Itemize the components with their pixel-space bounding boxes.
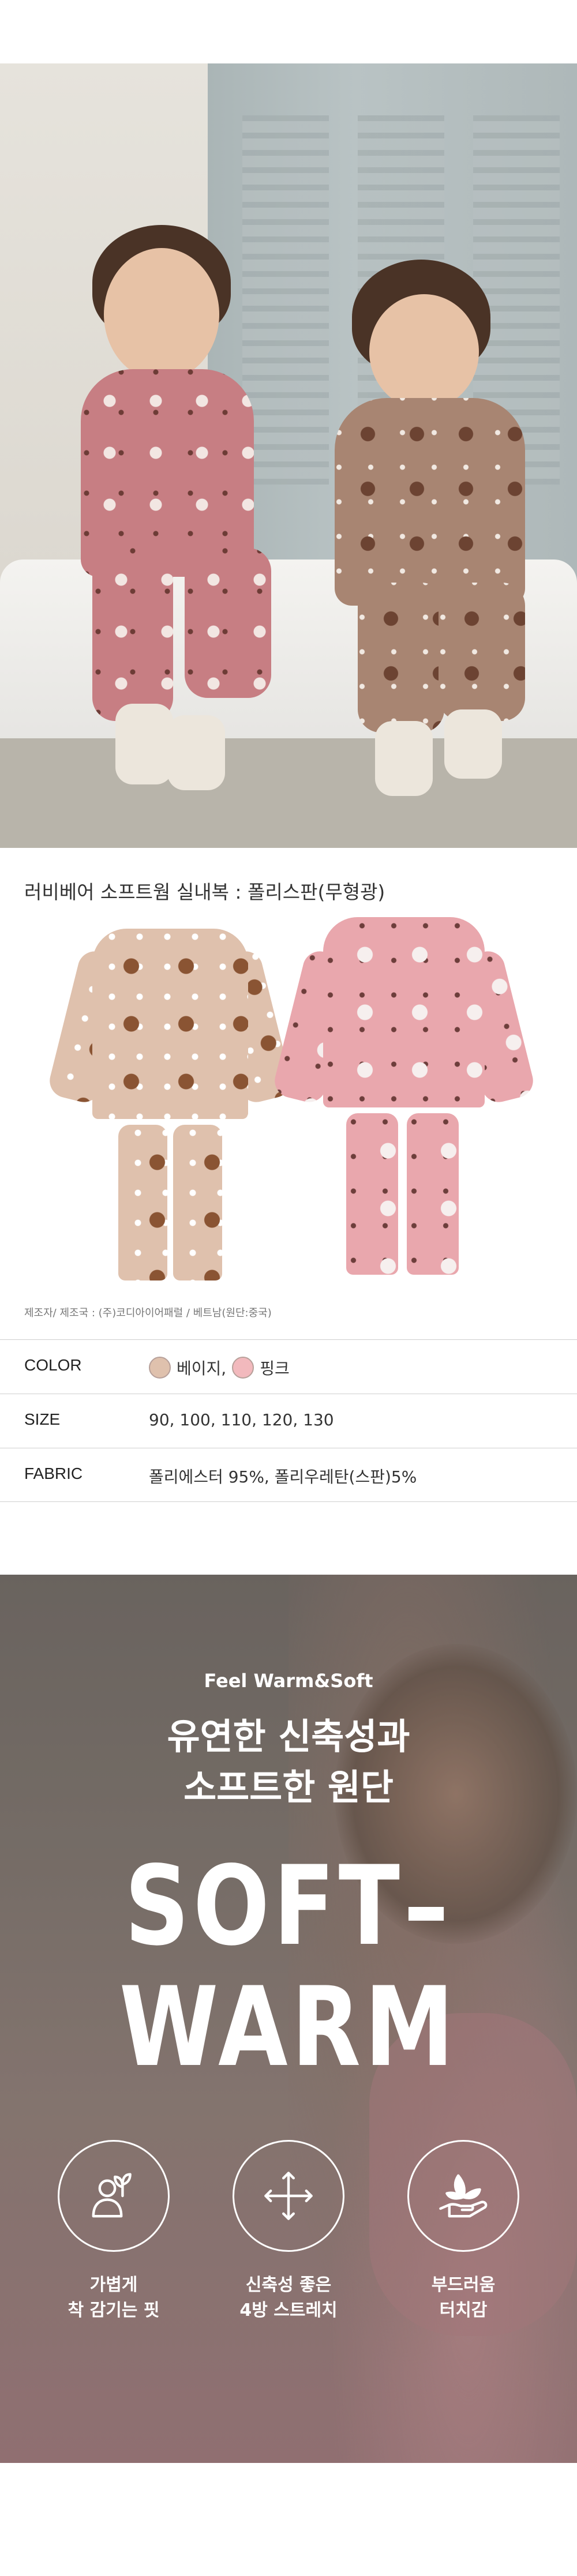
- fit-caption: 가볍게 착 감기는 핏: [39, 2273, 189, 2323]
- four-way-arrows-icon: [264, 2172, 313, 2220]
- spec-label: FABRIC: [24, 1465, 83, 1482]
- child-pink: [69, 225, 312, 802]
- spec-label: SIZE: [24, 1410, 61, 1428]
- color-options: 베이지, 핑크: [149, 1356, 290, 1379]
- softness-caption: 부드러움 터치감: [388, 2273, 538, 2323]
- caption-line: 터치감: [439, 2300, 488, 2320]
- pink-pant-leg: [407, 1113, 459, 1275]
- spec-label: COLOR: [24, 1356, 82, 1374]
- caption-line: 신축성 좋은: [245, 2275, 332, 2295]
- spec-row-size: SIZE 90, 100, 110, 120, 130: [0, 1394, 577, 1448]
- person-sprout-icon: [92, 2173, 132, 2218]
- fit-feature: [58, 2140, 170, 2252]
- face: [104, 248, 219, 381]
- beige-leg: [358, 583, 444, 733]
- feature-banner: Feel Warm&Soft 유연한 신축성과 소프트한 원단 SOFT– WA…: [0, 1575, 577, 2463]
- color-option-pink: 핑크: [260, 1359, 290, 1378]
- headline-line-1: 유연한 신축성과: [167, 1715, 410, 1758]
- tagline: Feel Warm&Soft: [204, 1670, 373, 1692]
- pink-leg: [92, 548, 173, 721]
- beige-top-flat: [92, 929, 248, 1119]
- hero-photo: [0, 63, 577, 848]
- face: [369, 294, 479, 410]
- sock: [167, 715, 225, 790]
- product-detail-page: 러비베어 소프트웜 실내복 : 폴리스판(무형광) 제조자/ 제조국 : (주)…: [0, 0, 577, 2576]
- beige-pant-leg: [173, 1125, 222, 1281]
- headline-line-2: 소프트한 원단: [183, 1766, 394, 1808]
- stretch-caption: 신축성 좋은 4방 스트레치: [213, 2273, 364, 2323]
- beige-leg: [439, 583, 525, 721]
- caption-line: 가볍게: [89, 2275, 138, 2295]
- product-title: 러비베어 소프트웜 실내복 : 폴리스판(무형광): [24, 881, 385, 903]
- garment-flatlay: [46, 917, 537, 1286]
- pink-top-flat: [323, 917, 485, 1107]
- beige-top: [335, 398, 525, 606]
- big-word-soft: SOFT–: [124, 1842, 453, 1970]
- caption-line: 착 감기는 핏: [68, 2300, 160, 2320]
- beige-swatch[interactable]: [149, 1357, 171, 1379]
- sock: [115, 704, 173, 784]
- manufacturer-note: 제조자/ 제조국 : (주)코디아이어패럴 / 베트남(원단:중국): [24, 1307, 272, 1319]
- big-word-warm: WARM: [119, 1963, 458, 2091]
- sock: [375, 721, 433, 796]
- size-value: 90, 100, 110, 120, 130: [149, 1410, 334, 1429]
- caption-line: 4방 스트레치: [239, 2300, 338, 2320]
- sock: [444, 709, 502, 779]
- beige-pant-leg: [118, 1125, 167, 1281]
- spec-row-color: COLOR 베이지, 핑크: [0, 1339, 577, 1394]
- hand-leaf-icon: [439, 2174, 488, 2218]
- child-beige: [329, 260, 560, 813]
- fabric-value: 폴리에스터 95%, 폴리우레탄(스판)5%: [149, 1467, 417, 1486]
- stretch-feature: [233, 2140, 344, 2252]
- spec-row-fabric: FABRIC 폴리에스터 95%, 폴리우레탄(스판)5%: [0, 1448, 577, 1502]
- pink-swatch[interactable]: [232, 1357, 254, 1379]
- pink-pant-leg: [346, 1113, 398, 1275]
- softness-feature: [407, 2140, 519, 2252]
- pink-leg: [185, 548, 271, 698]
- color-option-beige: 베이지,: [177, 1359, 227, 1378]
- caption-line: 부드러움: [431, 2275, 496, 2295]
- pink-top: [81, 369, 254, 577]
